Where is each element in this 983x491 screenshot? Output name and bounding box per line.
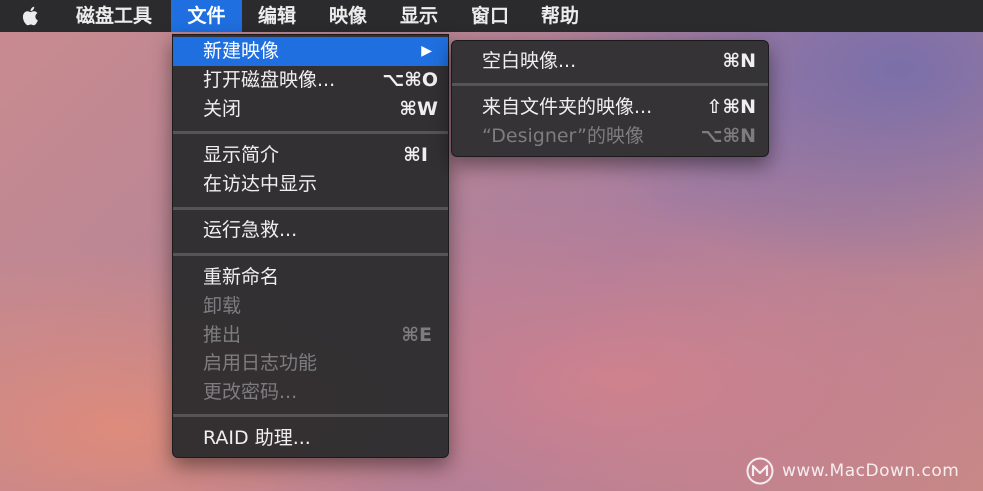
submenu-item-blank-image[interactable]: 空白映像... ⌘N — [452, 47, 768, 75]
submenu-item-image-from-folder[interactable]: 来自文件夹的映像... ⇧⌘N — [452, 93, 768, 121]
menu-item-shortcut: ⌘N — [722, 50, 756, 72]
menu-item-change-password: 更改密码... — [173, 378, 448, 407]
menu-item-label: “Designer”的映像 — [482, 125, 645, 147]
menu-item-open-disk-image[interactable]: 打开磁盘映像... ⌥⌘O — [173, 66, 448, 95]
menu-help[interactable]: 帮助 — [525, 0, 595, 32]
menu-item-new-image[interactable]: 新建映像 ▶ — [173, 37, 448, 66]
menu-item-get-info[interactable]: 显示简介 ⌘I — [173, 141, 448, 170]
menu-item-label: RAID 助理... — [203, 427, 311, 449]
menu-disk-utility[interactable]: 磁盘工具 — [58, 0, 170, 32]
menu-image[interactable]: 映像 — [313, 0, 383, 32]
menu-edit[interactable]: 编辑 — [243, 0, 311, 32]
menu-item-label: 空白映像... — [482, 50, 577, 72]
menu-item-label: 更改密码... — [203, 381, 298, 403]
menu-item-shortcut: ⌘W — [399, 98, 438, 120]
menu-separator — [173, 207, 448, 210]
menu-item-shortcut: ⌥⌘O — [382, 69, 438, 91]
menu-item-label: 新建映像 — [203, 40, 280, 62]
menu-item-label: 显示简介 — [203, 144, 280, 166]
macdown-logo-icon — [746, 457, 774, 485]
menu-separator — [173, 414, 448, 417]
menu-item-label: 卸载 — [203, 295, 242, 317]
menu-item-enable-journaling: 启用日志功能 — [173, 349, 448, 378]
menu-item-close[interactable]: 关闭 ⌘W — [173, 95, 448, 124]
menu-item-label: 在访达中显示 — [203, 173, 318, 195]
new-image-submenu: 空白映像... ⌘N 来自文件夹的映像... ⇧⌘N “Designer”的映像… — [451, 40, 769, 157]
menu-item-unmount: 卸载 — [173, 292, 448, 321]
menu-item-label: 启用日志功能 — [203, 352, 318, 374]
menu-item-label: 打开磁盘映像... — [203, 69, 336, 91]
file-menu: 新建映像 ▶ 打开磁盘映像... ⌥⌘O 关闭 ⌘W 显示简介 ⌘I 在访达中显… — [172, 34, 449, 458]
menu-bar: 磁盘工具 文件 编辑 映像 显示 窗口 帮助 — [0, 0, 983, 32]
menu-item-label: 推出 — [203, 324, 242, 346]
menu-file[interactable]: 文件 — [171, 0, 242, 32]
apple-logo-icon[interactable] — [18, 4, 44, 28]
menu-item-label: 关闭 — [203, 98, 242, 120]
menu-item-shortcut: ⌘E — [401, 324, 432, 346]
menu-separator — [452, 83, 768, 86]
menu-item-raid-assistant[interactable]: RAID 助理... — [173, 424, 448, 453]
menu-item-rename[interactable]: 重新命名 — [173, 263, 448, 292]
menu-item-eject: 推出 ⌘E — [173, 321, 448, 350]
menu-item-shortcut: ⌥⌘N — [700, 125, 756, 147]
menu-item-shortcut: ⇧⌘N — [706, 96, 756, 118]
menu-item-label: 来自文件夹的映像... — [482, 96, 653, 118]
submenu-item-image-from-designer: “Designer”的映像 ⌥⌘N — [452, 122, 768, 150]
submenu-arrow-icon: ▶ — [421, 43, 432, 59]
menu-item-first-aid[interactable]: 运行急救... — [173, 216, 448, 245]
menu-item-show-in-finder[interactable]: 在访达中显示 — [173, 170, 448, 199]
menu-item-label: 重新命名 — [203, 266, 280, 288]
menu-item-label: 运行急救... — [203, 219, 298, 241]
menu-separator — [173, 253, 448, 256]
menu-window[interactable]: 窗口 — [455, 0, 525, 32]
menu-separator — [173, 131, 448, 134]
menu-item-shortcut: ⌘I — [403, 144, 428, 166]
menu-view[interactable]: 显示 — [384, 0, 454, 32]
watermark-text: www.MacDown.com — [782, 461, 960, 481]
